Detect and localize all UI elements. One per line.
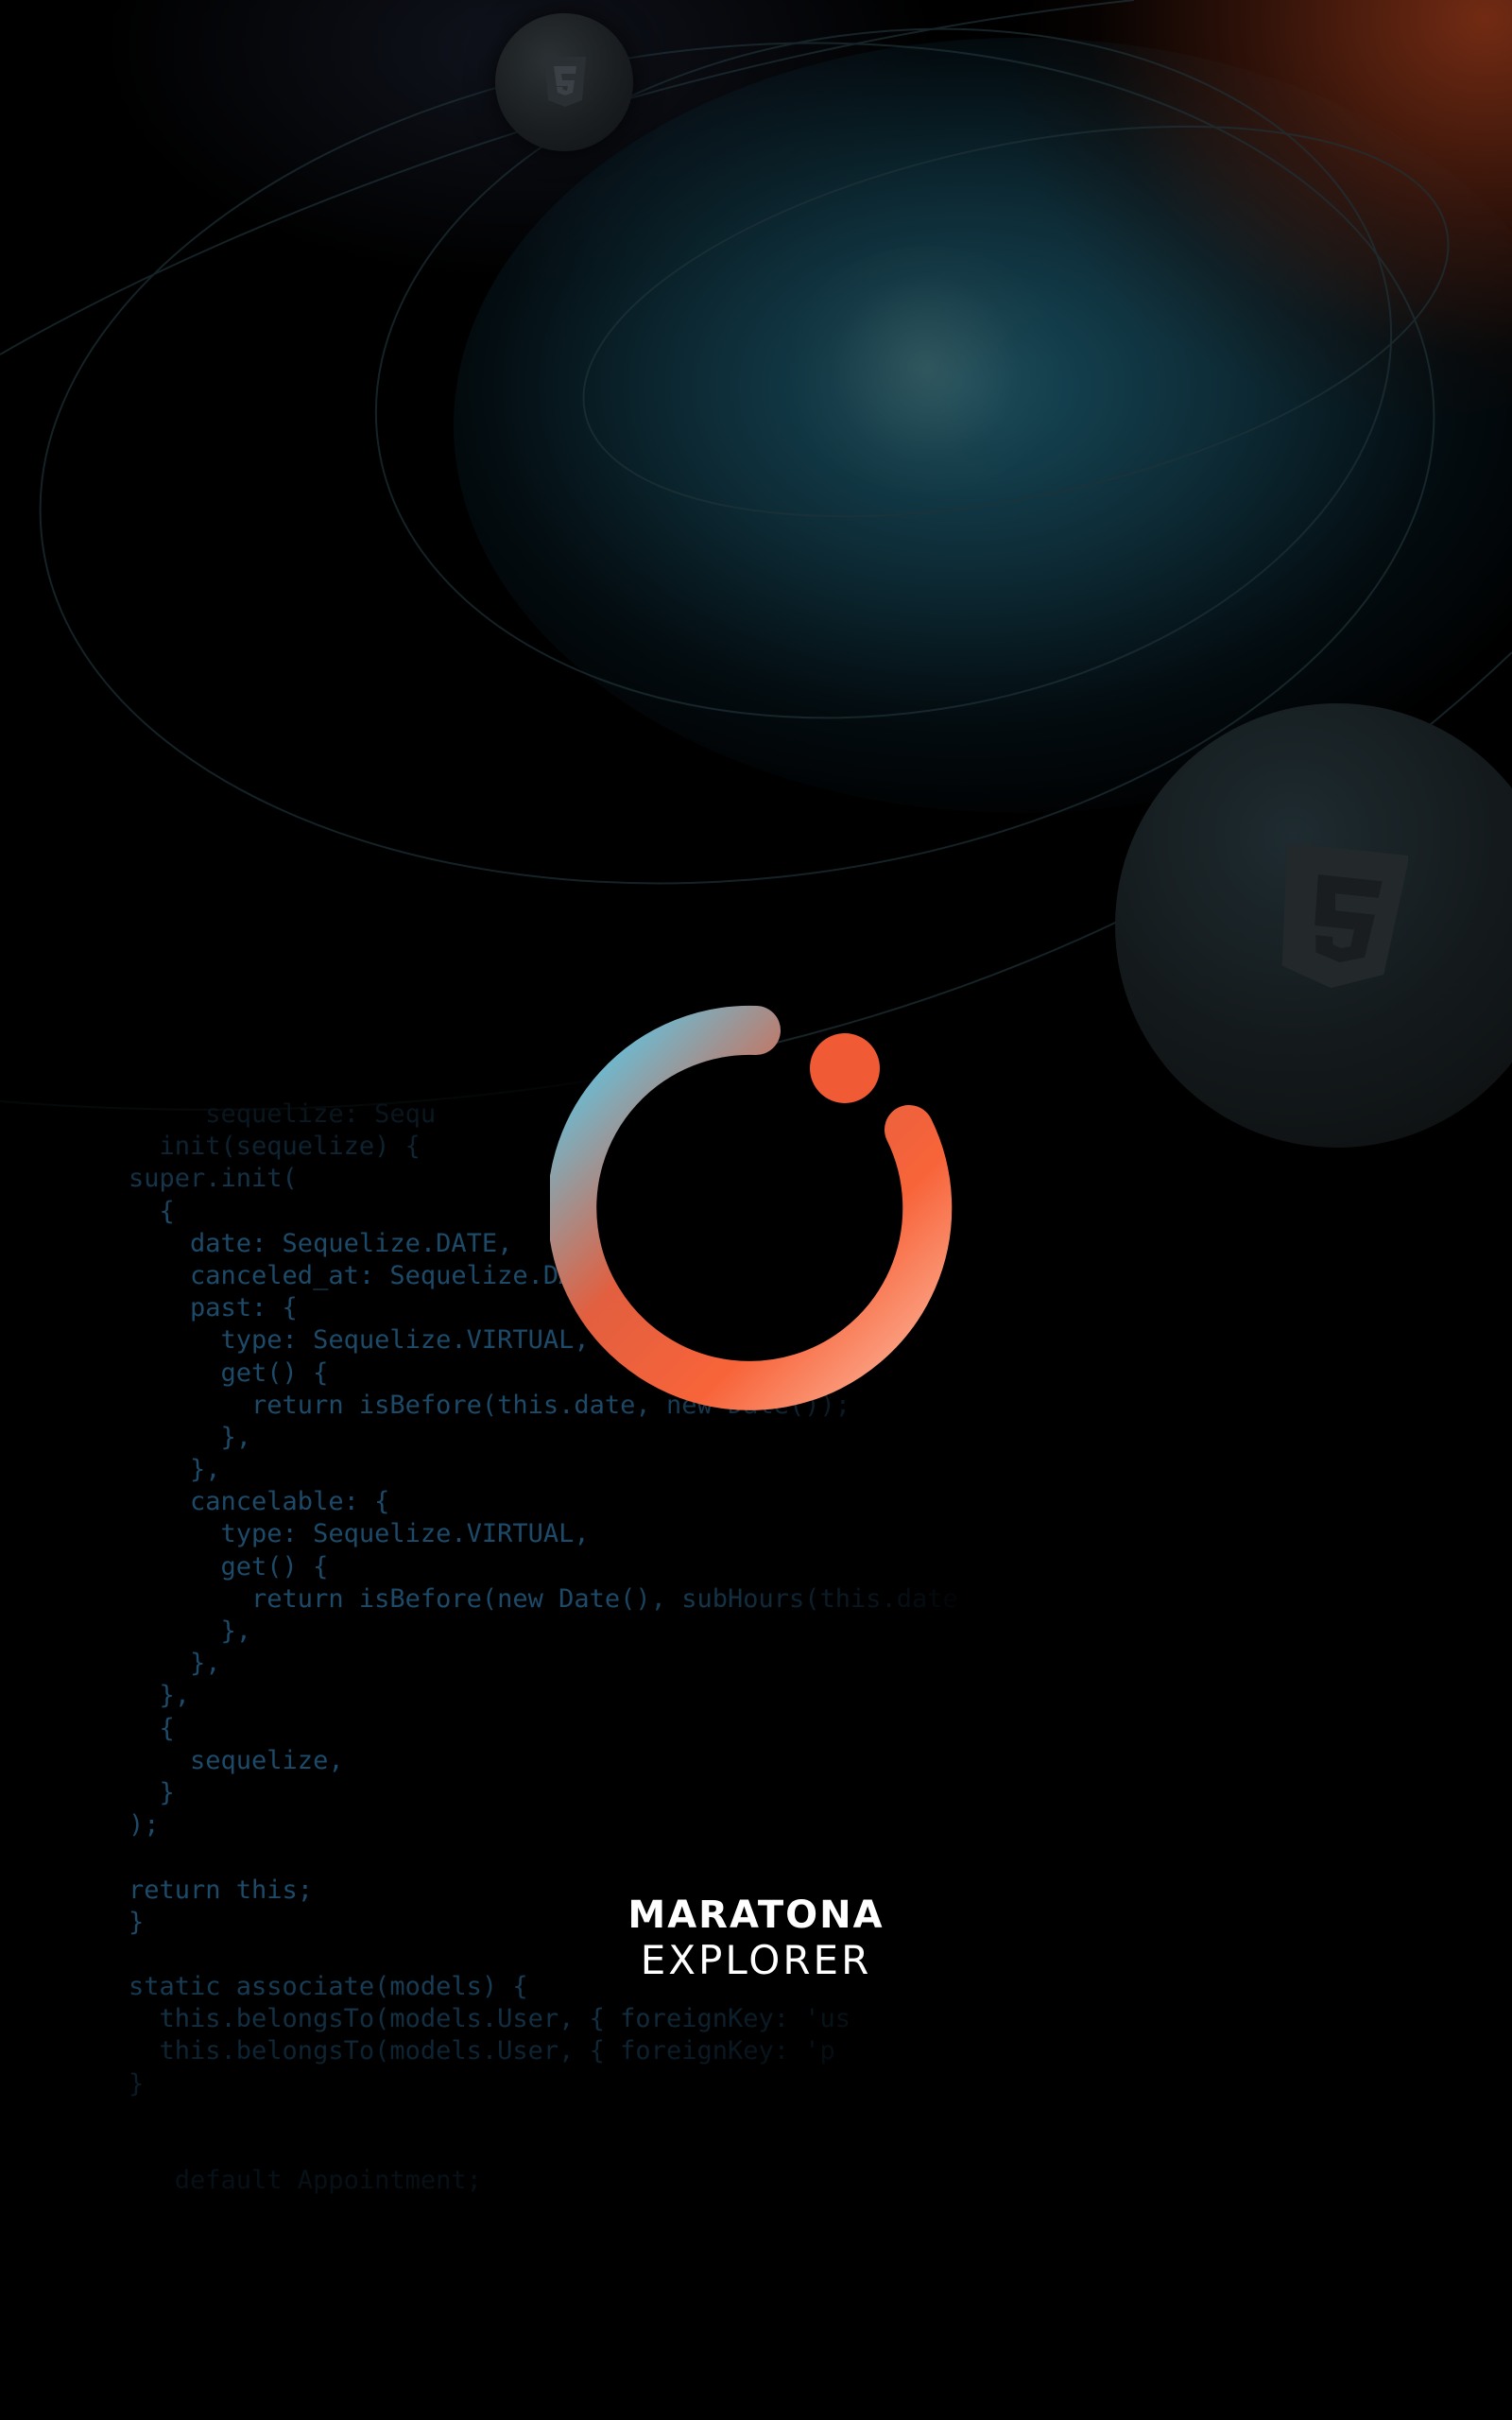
code-line: }, xyxy=(129,1681,191,1711)
code-line: type: Sequelize.VIRTUAL, xyxy=(129,1519,590,1549)
code-line: } xyxy=(129,2068,145,2099)
code-line: sequelize, xyxy=(129,1745,344,1775)
code-line: { xyxy=(129,1713,175,1743)
code-line: cancelable: { xyxy=(129,1487,390,1517)
code-line: ); xyxy=(129,1810,160,1841)
app-name-line1: MARATONA xyxy=(627,1893,885,1937)
splash-screen: sequelize: Sequ init(sequelize) {super.i… xyxy=(0,0,1512,2420)
css3-icon xyxy=(544,57,586,107)
code-line: return isBefore(new Date(), subHours(thi… xyxy=(129,1583,958,1614)
loading-spinner xyxy=(550,1005,953,1410)
app-name-line2: EXPLORER xyxy=(640,1937,872,1983)
css3-badge xyxy=(495,13,633,151)
code-line: }, xyxy=(129,1616,252,1646)
app-logo: MARATONA EXPLORER xyxy=(567,1893,945,1983)
code-line: default Appointment; xyxy=(129,2166,482,2196)
code-line: this.belongsTo(models.User, { foreignKey… xyxy=(129,2036,835,2066)
code-line: }, xyxy=(129,1422,252,1452)
code-line: }, xyxy=(129,1455,221,1485)
code-line: } xyxy=(129,1777,175,1807)
code-line: this.belongsTo(models.User, { foreignKey… xyxy=(129,2004,851,2034)
html5-icon xyxy=(1281,845,1408,989)
code-line: }, xyxy=(129,1649,221,1679)
code-line: get() { xyxy=(129,1551,329,1582)
spinner-dot xyxy=(810,1033,880,1103)
